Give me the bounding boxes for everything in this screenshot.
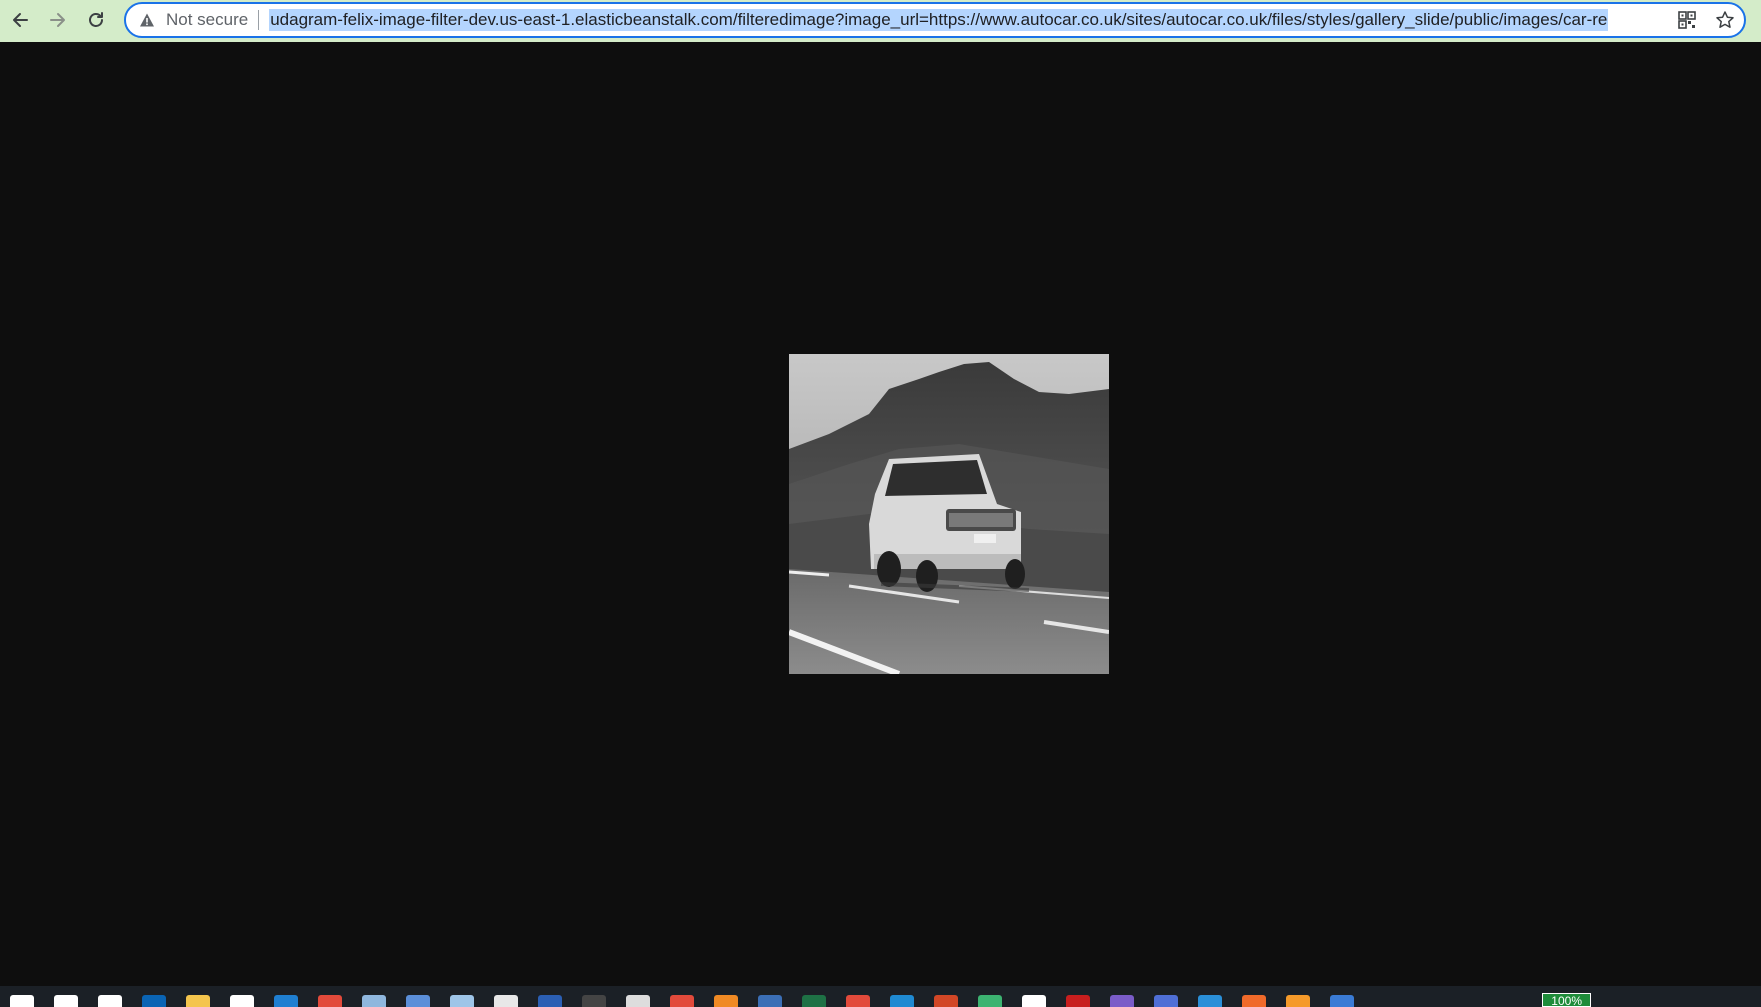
settings-icon[interactable] — [1012, 986, 1056, 1007]
app-icon[interactable] — [968, 986, 1012, 1007]
app-icon[interactable] — [1320, 986, 1364, 1007]
qr-code-icon[interactable] — [1676, 9, 1698, 31]
app-icon[interactable] — [1100, 986, 1144, 1007]
vscode-icon[interactable] — [880, 986, 924, 1007]
chrome-icon[interactable] — [836, 986, 880, 1007]
warning-triangle-icon[interactable] — [138, 11, 156, 29]
address-bar[interactable]: Not secure udagram-felix-image-filter-de… — [124, 2, 1746, 38]
battery-indicator[interactable]: 100% — [1542, 993, 1591, 1007]
folder-icon[interactable] — [176, 986, 220, 1007]
box-icon[interactable] — [352, 986, 396, 1007]
divider — [258, 10, 260, 30]
app-icon[interactable] — [1188, 986, 1232, 1007]
windows-start-icon[interactable] — [0, 986, 44, 1007]
store-icon[interactable] — [220, 986, 264, 1007]
edge-icon[interactable] — [264, 986, 308, 1007]
task-view-icon[interactable] — [88, 986, 132, 1007]
app-icon[interactable] — [748, 986, 792, 1007]
security-label[interactable]: Not secure — [166, 10, 248, 30]
envelope-icon[interactable] — [484, 986, 528, 1007]
url-text[interactable]: udagram-felix-image-filter-dev.us-east-1… — [269, 9, 1609, 31]
browser-toolbar: Not secure udagram-felix-image-filter-de… — [0, 0, 1761, 42]
mail-icon[interactable] — [132, 986, 176, 1007]
page-viewport — [0, 42, 1761, 986]
excel-icon[interactable] — [792, 986, 836, 1007]
powerpoint-icon[interactable] — [924, 986, 968, 1007]
arrow-left-icon[interactable] — [0, 0, 40, 40]
app-icon[interactable] — [1232, 986, 1276, 1007]
chrome-icon[interactable] — [660, 986, 704, 1007]
notepad-icon[interactable] — [616, 986, 660, 1007]
firefox-icon[interactable] — [1276, 986, 1320, 1007]
arrow-right-icon[interactable] — [38, 0, 78, 40]
reload-icon[interactable] — [76, 0, 116, 40]
star-icon[interactable] — [1714, 9, 1736, 31]
app-icon[interactable] — [440, 986, 484, 1007]
taskbar: 100% — [0, 986, 1761, 1007]
app-icon[interactable] — [1144, 986, 1188, 1007]
app-icon[interactable] — [704, 986, 748, 1007]
app-icon[interactable] — [396, 986, 440, 1007]
terminal-icon[interactable] — [572, 986, 616, 1007]
chrome-icon[interactable] — [308, 986, 352, 1007]
search-icon[interactable] — [44, 986, 88, 1007]
filtered-image — [789, 354, 1109, 674]
app-icon[interactable] — [1056, 986, 1100, 1007]
word-icon[interactable] — [528, 986, 572, 1007]
